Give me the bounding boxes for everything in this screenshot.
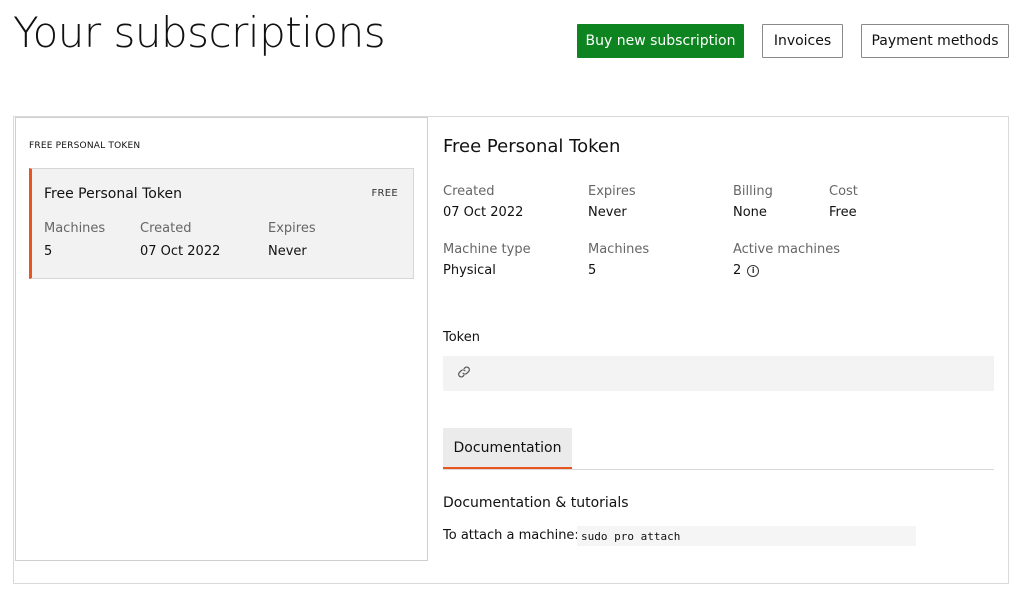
machine-type-label: Machine type xyxy=(443,242,531,257)
attach-command[interactable]: sudo pro attach xyxy=(577,526,916,546)
card-expires: Expires Never xyxy=(268,221,316,259)
detail-machines: Machines 5 xyxy=(588,242,649,278)
active-machines-value: 2 xyxy=(733,263,742,278)
page-title: Your subscriptions xyxy=(13,8,386,57)
documentation-heading: Documentation & tutorials xyxy=(443,495,629,511)
card-expires-value: Never xyxy=(268,244,307,259)
card-machines: Machines 5 xyxy=(44,221,105,259)
buy-subscription-button[interactable]: Buy new subscription xyxy=(577,24,744,58)
detail-billing: Billing None xyxy=(733,184,773,220)
machines-label: Machines xyxy=(588,242,650,257)
card-machines-value: 5 xyxy=(44,244,53,259)
link-icon[interactable] xyxy=(457,364,471,383)
card-created: Created 07 Oct 2022 xyxy=(140,221,220,259)
tab-divider xyxy=(443,469,994,470)
card-tag: FREE xyxy=(371,188,398,199)
detail-created: Created 07 Oct 2022 xyxy=(443,184,523,220)
card-expires-label: Expires xyxy=(268,221,316,236)
payment-methods-button[interactable]: Payment methods xyxy=(861,24,1009,58)
cost-label: Cost xyxy=(829,184,858,199)
card-name: Free Personal Token xyxy=(44,186,182,202)
active-machines-label: Active machines xyxy=(733,242,840,257)
expires-value: Never xyxy=(588,205,627,220)
active-machines-row: 2 i xyxy=(733,263,840,278)
card-created-value: 07 Oct 2022 xyxy=(140,244,221,259)
machines-value: 5 xyxy=(588,263,597,278)
token-field[interactable] xyxy=(443,356,994,391)
cost-value: Free xyxy=(829,205,857,220)
detail-expires: Expires Never xyxy=(588,184,636,220)
detail-machine-type: Machine type Physical xyxy=(443,242,531,278)
token-heading: Token xyxy=(443,330,480,345)
billing-value: None xyxy=(733,205,767,220)
created-value: 07 Oct 2022 xyxy=(443,205,524,220)
detail-title: Free Personal Token xyxy=(443,136,621,157)
invoices-button[interactable]: Invoices xyxy=(762,24,843,58)
detail-cost: Cost Free xyxy=(829,184,858,220)
machine-type-value: Physical xyxy=(443,263,496,278)
created-label: Created xyxy=(443,184,495,199)
card-created-label: Created xyxy=(140,221,192,236)
detail-active-machines: Active machines 2 i xyxy=(733,242,840,278)
info-icon[interactable]: i xyxy=(747,264,760,277)
subscription-card[interactable]: Free Personal Token FREE Machines 5 Crea… xyxy=(29,168,414,279)
attach-label: To attach a machine: xyxy=(443,528,579,543)
card-machines-label: Machines xyxy=(44,221,106,236)
billing-label: Billing xyxy=(733,184,773,199)
tab-documentation[interactable]: Documentation xyxy=(443,428,572,470)
section-label: FREE PERSONAL TOKEN xyxy=(29,141,141,151)
expires-label: Expires xyxy=(588,184,636,199)
